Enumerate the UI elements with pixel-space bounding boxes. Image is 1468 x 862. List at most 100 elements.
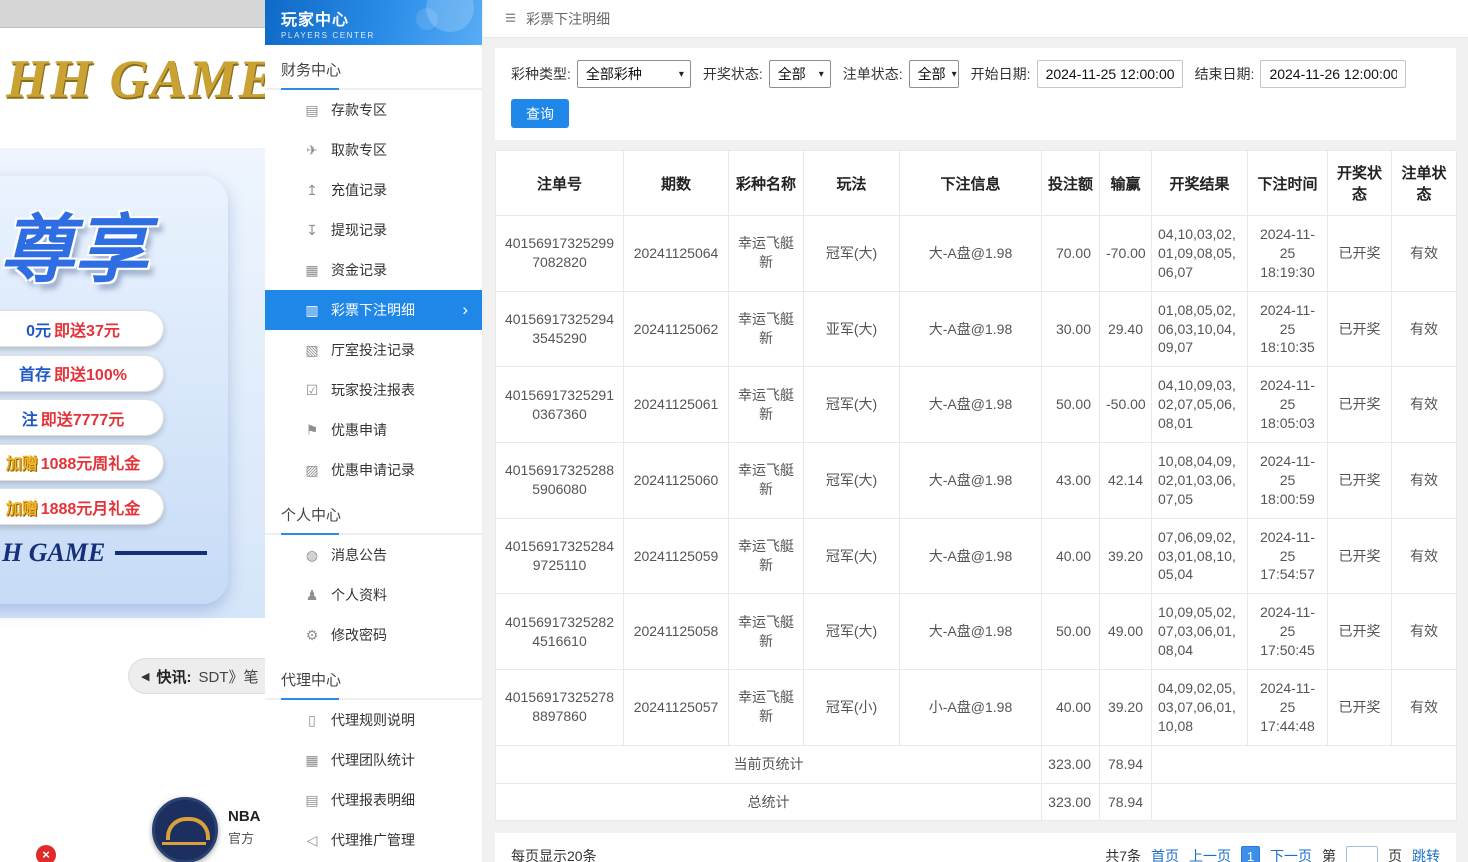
col-header-order-id: 注单号: [496, 151, 624, 216]
cell-order-id: 401569173252885906080: [496, 443, 624, 519]
cell-period: 20241125061: [624, 367, 729, 443]
cell-order-id: 401569173252788897860: [496, 670, 624, 746]
sidebar-item-label: 充值记录: [331, 180, 387, 200]
lottery-type-select[interactable]: 全部彩种 ▾: [577, 60, 691, 88]
sidebar-item-password[interactable]: ⚙修改密码: [265, 615, 482, 655]
promo-pill[interactable]: 注即送7777元: [0, 399, 164, 436]
table-row: 40156917325284972511020241125059幸运飞艇新冠军(…: [496, 518, 1457, 594]
sidebar-item-recharge-record[interactable]: ↥ 充值记录: [265, 170, 482, 210]
draw-status-select[interactable]: 全部 ▾: [769, 60, 831, 88]
cell-draw-status: 已开奖: [1328, 291, 1392, 367]
cell-bet-amount: 40.00: [1042, 518, 1100, 594]
cell-play-type: 冠军(大): [804, 594, 900, 670]
summary-bet-total: 323.00: [1042, 745, 1100, 783]
query-button[interactable]: 查询: [511, 99, 569, 128]
profile-icon: ♟: [303, 587, 321, 604]
jump-page-input[interactable]: [1346, 846, 1378, 862]
promo-pill[interactable]: 加赠1088元周礼金: [0, 444, 164, 481]
sidebar-item-funds-record[interactable]: ▦资金记录: [265, 250, 482, 290]
sidebar-item-label: 取款专区: [331, 140, 387, 160]
current-page[interactable]: 1: [1241, 846, 1260, 862]
nba-text-block: NBA 官方: [228, 806, 261, 848]
cell-draw-status: 已开奖: [1328, 518, 1392, 594]
end-date-label: 结束日期:: [1195, 64, 1255, 84]
cell-bet-time: 2024-11-25 17:50:45: [1248, 594, 1328, 670]
topbar: ≡ 彩票下注明细: [483, 0, 1468, 38]
sidebar-item-lottery-bet-detail[interactable]: ▥彩票下注明细›: [265, 290, 482, 330]
banner-headline: 尊享: [0, 190, 148, 297]
player-bet-report-icon: ☑: [303, 382, 321, 399]
next-page-link[interactable]: 下一页: [1270, 846, 1312, 862]
ticker-text: SDT》笔: [198, 666, 258, 687]
table-row: 40156917325291036736020241125061幸运飞艇新冠军(…: [496, 367, 1457, 443]
promo-pill-text: 1888元月礼金: [41, 495, 141, 519]
sidebar-item-hall-bet-record[interactable]: ▧厅室投注记录: [265, 330, 482, 370]
cell-order-id: 401569173252849725110: [496, 518, 624, 594]
sidebar-item-label: 优惠申请记录: [331, 460, 415, 480]
sidebar-item-profile[interactable]: ♟个人资料: [265, 575, 482, 615]
sidebar-item-message[interactable]: ◍ 消息公告: [265, 535, 482, 575]
promo-pill-prefix: 0元: [26, 317, 51, 341]
background-site: HH GAME 尊享 0元即送37元首存即送100%注即送7777元加赠1088…: [0, 0, 265, 862]
promo-pill[interactable]: 0元即送37元: [0, 310, 164, 347]
col-header-draw-status: 开奖状态: [1328, 151, 1392, 216]
sidebar-header: 玩家中心 PLAYERS CENTER: [265, 0, 482, 45]
promo-pill-text: 即送100%: [54, 361, 127, 385]
message-icon: ◍: [303, 547, 321, 564]
nba-title: NBA: [228, 806, 261, 829]
summary-winloss-total: 78.94: [1100, 783, 1152, 821]
cell-bet-info: 大-A盘@1.98: [900, 367, 1042, 443]
withdrawal-record-icon: ↧: [303, 222, 321, 239]
sidebar-item-agent-rules[interactable]: ▯代理规则说明: [265, 700, 482, 740]
cell-order-status: 有效: [1392, 670, 1457, 746]
cell-draw-result: 04,09,02,05,03,07,06,01,10,08: [1152, 670, 1248, 746]
col-header-bet-info: 下注信息: [900, 151, 1042, 216]
prev-page-link[interactable]: 上一页: [1189, 846, 1231, 862]
cell-order-status: 有效: [1392, 443, 1457, 519]
jump-button[interactable]: 跳转: [1412, 846, 1440, 862]
cell-order-status: 有效: [1392, 518, 1457, 594]
table-row: 40156917325278889786020241125057幸运飞艇新冠军(…: [496, 670, 1457, 746]
sidebar-item-label: 消息公告: [331, 545, 387, 565]
promo-pill[interactable]: 加赠1888元月礼金: [0, 488, 164, 525]
sidebar-item-agent-promo[interactable]: ◁代理推广管理: [265, 820, 482, 860]
first-page-link[interactable]: 首页: [1151, 846, 1179, 862]
sidebar-item-promo-apply[interactable]: ⚑优惠申请: [265, 410, 482, 450]
ticker-label: 快讯:: [156, 666, 191, 687]
sidebar-item-label: 资金记录: [331, 260, 387, 280]
sidebar-item-withdrawal-record[interactable]: ↧提现记录: [265, 210, 482, 250]
order-status-label: 注单状态:: [843, 64, 903, 84]
cell-lottery-name: 幸运飞艇新: [729, 367, 804, 443]
promo-pill-text: 即送37元: [54, 317, 120, 341]
sidebar-item-label: 代理规则说明: [331, 710, 415, 730]
cell-order-status: 有效: [1392, 594, 1457, 670]
sidebar-item-player-bet-report[interactable]: ☑玩家投注报表: [265, 370, 482, 410]
cell-play-type: 冠军(大): [804, 518, 900, 594]
sidebar-item-promo-apply-record[interactable]: ▨优惠申请记录: [265, 450, 482, 490]
cell-period: 20241125058: [624, 594, 729, 670]
col-header-bet-time: 下注时间: [1248, 151, 1328, 216]
order-status-select[interactable]: 全部 ▾: [909, 60, 959, 88]
sidebar-item-agent-team[interactable]: ▦代理团队统计: [265, 740, 482, 780]
recharge-record-icon: ↥: [303, 182, 321, 199]
sidebar-sections: 财务中心▤存款专区✈取款专区↥充值记录↧提现记录▦资金记录▥彩票下注明细›▧厅室…: [265, 45, 482, 860]
cell-draw-status: 已开奖: [1328, 216, 1392, 292]
agent-team-icon: ▦: [303, 752, 321, 769]
summary-empty: [1152, 783, 1457, 821]
jump-page-prefix: 第: [1322, 846, 1336, 862]
end-date-input[interactable]: [1260, 60, 1406, 88]
start-date-input[interactable]: [1037, 60, 1183, 88]
summary-winloss-total: 78.94: [1100, 745, 1152, 783]
page-summary-row: 当前页统计323.0078.94: [496, 745, 1457, 783]
cell-draw-status: 已开奖: [1328, 670, 1392, 746]
sidebar-item-agent-report[interactable]: ▤代理报表明细: [265, 780, 482, 820]
promo-pill[interactable]: 首存即送100%: [0, 355, 164, 392]
sidebar-item-deposit[interactable]: ▤存款专区: [265, 90, 482, 130]
menu-toggle-icon[interactable]: ≡: [505, 8, 516, 30]
cell-order-status: 有效: [1392, 216, 1457, 292]
close-icon[interactable]: ×: [36, 845, 56, 862]
sidebar-item-withdraw[interactable]: ✈取款专区: [265, 130, 482, 170]
cell-order-id: 401569173252997082820: [496, 216, 624, 292]
draw-status-value: 全部: [778, 64, 806, 84]
cell-order-id: 401569173252824516610: [496, 594, 624, 670]
